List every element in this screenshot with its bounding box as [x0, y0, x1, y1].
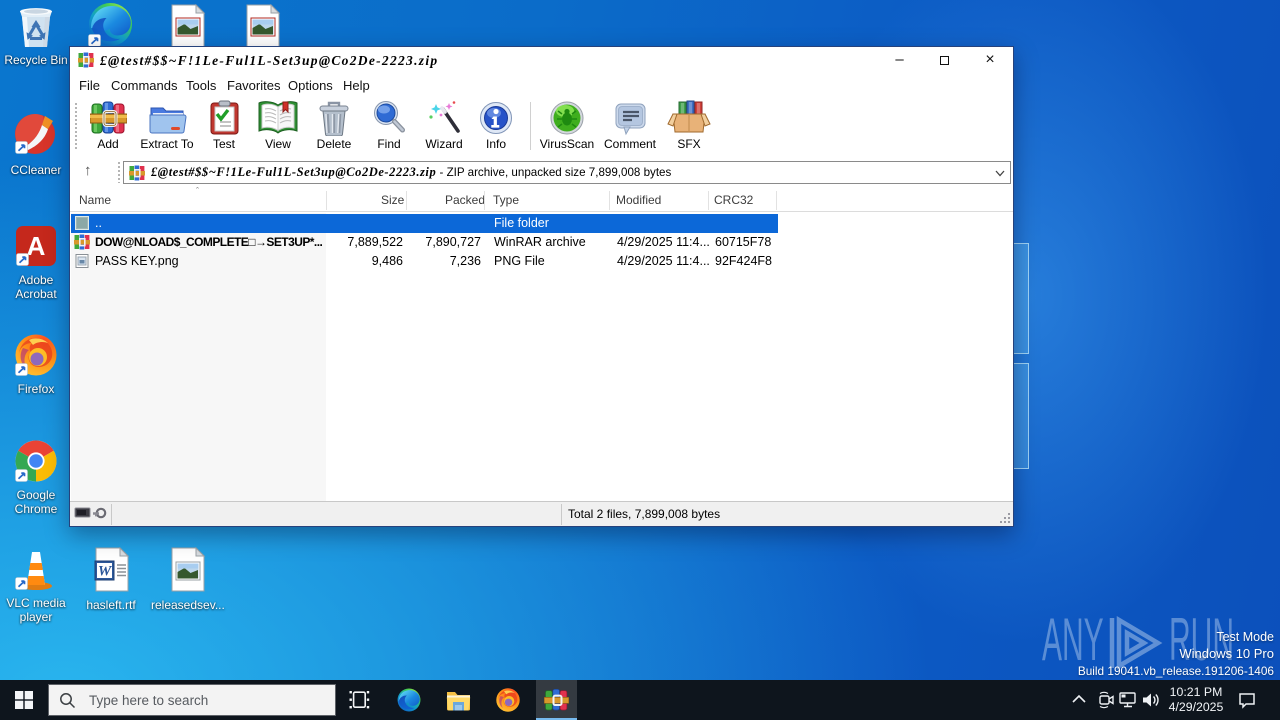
- svg-text:W: W: [98, 564, 113, 580]
- svg-text:A: A: [27, 231, 46, 261]
